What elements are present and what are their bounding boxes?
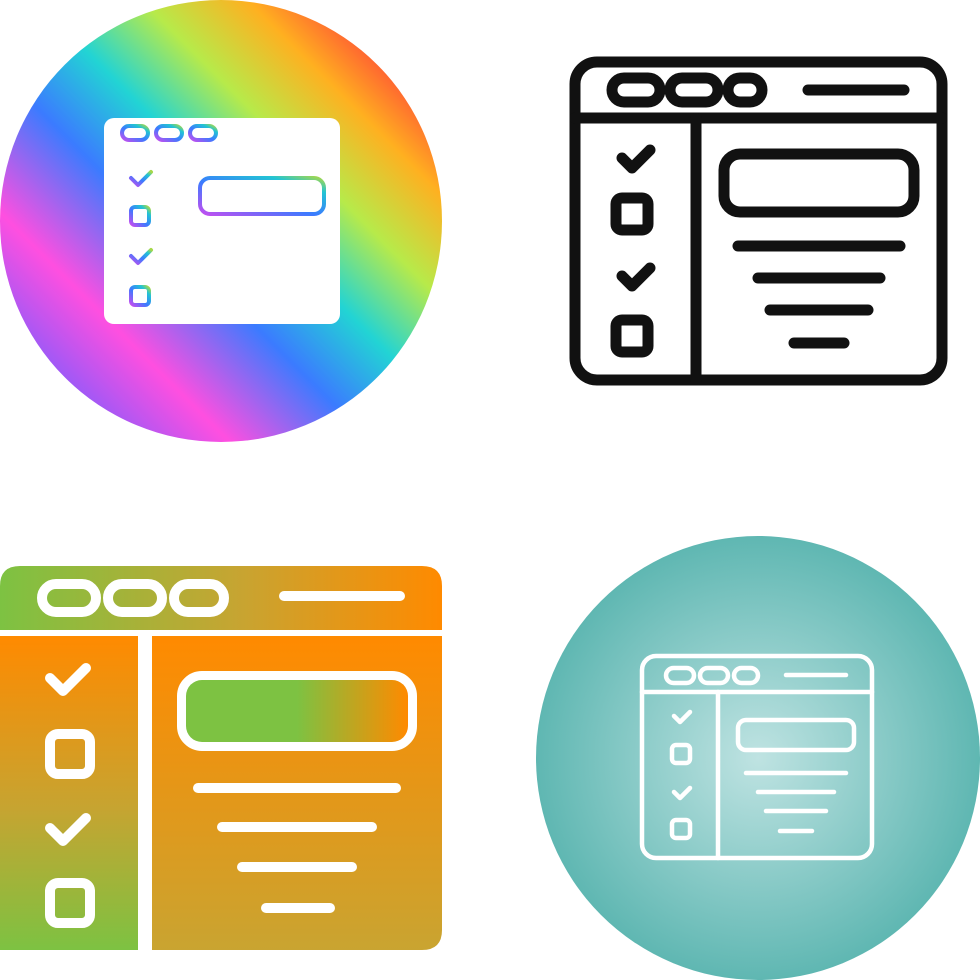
content-box <box>718 148 920 218</box>
check-icon <box>616 262 656 292</box>
browser-checklist-icon <box>536 536 980 980</box>
background-circle <box>536 536 980 980</box>
browser-checklist-icon-outline <box>490 0 980 490</box>
checkbox-icon <box>610 192 654 236</box>
browser-checklist-icon-gradient-glyph <box>0 490 490 980</box>
browser-checklist-icon <box>569 56 948 386</box>
icon-grid <box>0 0 980 980</box>
checkbox-icon <box>610 314 654 358</box>
check-icon <box>616 144 656 174</box>
window-frame <box>569 56 948 386</box>
browser-checklist-icon <box>0 566 442 950</box>
browser-checklist-icon <box>0 0 442 442</box>
browser-checklist-icon-circle-outline <box>490 490 980 980</box>
browser-checklist-icon-gradient-circle <box>0 0 490 490</box>
